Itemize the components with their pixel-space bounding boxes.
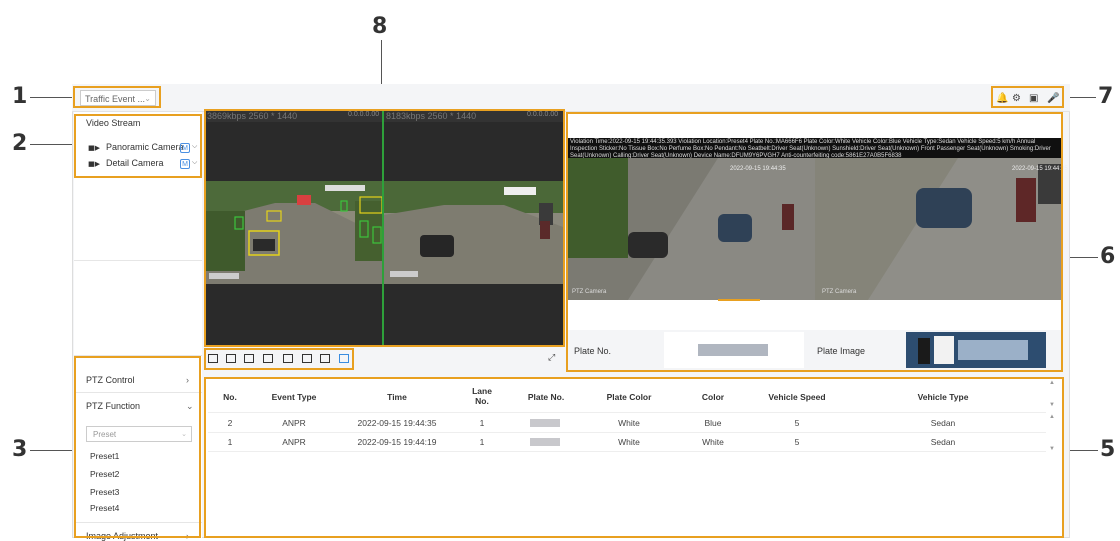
callout-1: 1 [12,84,28,109]
callout-3-line [30,450,72,451]
callout-8: 8 [372,14,388,39]
callout-box-1 [73,86,161,108]
callout-box-8 [204,109,565,347]
top-toolbar [72,84,1070,112]
divider [74,260,202,261]
callout-5: 5 [1100,437,1116,462]
callout-box-7 [991,86,1064,108]
callout-6: 6 [1100,244,1116,269]
callout-box-6 [566,112,1063,372]
callout-2-line [30,144,72,145]
callout-1-line [30,97,72,98]
callout-box-5 [204,377,1064,538]
callout-box-3 [74,356,201,538]
callout-2: 2 [12,131,28,156]
callout-7: 7 [1098,84,1114,109]
callout-box-2 [74,114,202,178]
callout-3: 3 [12,437,28,462]
fullscreen-icon[interactable]: ⤢ [548,353,555,363]
callout-box-4 [204,348,354,370]
